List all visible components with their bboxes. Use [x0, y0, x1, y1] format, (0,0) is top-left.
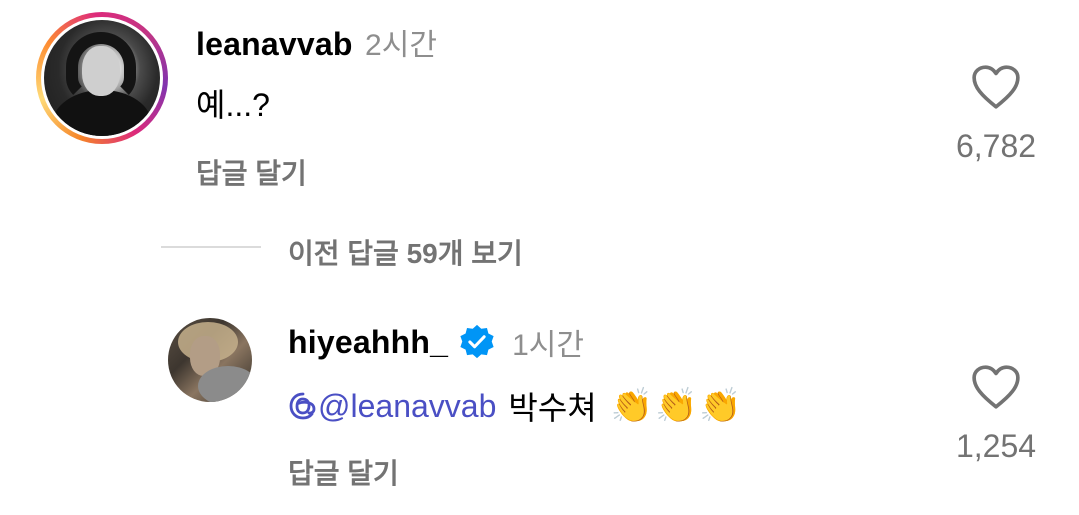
username[interactable]: hiyeahhh_: [288, 324, 448, 361]
like-count: 6,782: [955, 128, 1037, 164]
verified-badge-icon: [460, 324, 494, 359]
reply-button[interactable]: 답글 달기: [196, 152, 307, 192]
like-count: 1,254: [955, 428, 1037, 464]
comment-header: leanavvab 2시간: [196, 20, 437, 64]
avatar: [44, 20, 160, 136]
heart-outline-icon[interactable]: [971, 64, 1021, 110]
view-more-replies-button[interactable]: 이전 답글 59개 보기: [288, 232, 523, 272]
threads-at-icon: [289, 392, 316, 420]
avatar[interactable]: [168, 318, 252, 402]
comment-time: 1시간: [512, 329, 584, 362]
comment-text: @leanavvab 박수쳐 👏👏👏: [288, 383, 744, 429]
comment-time: 2시간: [365, 29, 437, 62]
comment-header: hiyeahhh_ 1시간: [288, 320, 584, 364]
comment-text: 예...?: [196, 87, 270, 123]
mention-text[interactable]: @leanavvab: [318, 388, 496, 424]
mention-link[interactable]: @leanavvab: [318, 388, 496, 425]
comment-body: 박수쳐: [508, 390, 597, 426]
heart-outline-icon[interactable]: [971, 364, 1021, 410]
story-ring-avatar-leanavvab[interactable]: [36, 12, 168, 144]
username[interactable]: leanavvab: [196, 26, 353, 62]
clapping-hands-emoji: 👏👏👏: [610, 386, 744, 426]
reply-button[interactable]: 답글 달기: [288, 452, 399, 492]
divider: [161, 246, 261, 248]
